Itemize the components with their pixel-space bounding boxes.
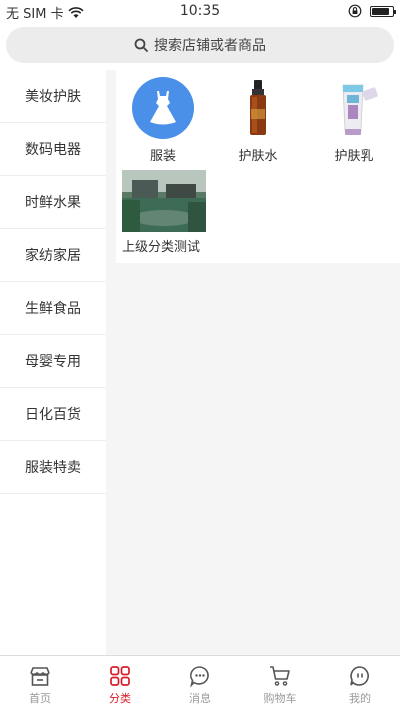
sidebar-item-fruit[interactable]: 时鲜水果 xyxy=(0,176,106,229)
subcategory-label: 护肤水 xyxy=(238,149,278,164)
sidebar-item-daily-goods[interactable]: 日化百货 xyxy=(0,388,106,441)
subcategory-panel: 服装 护肤水 护肤乳 上级分类测试 xyxy=(116,70,400,263)
cart-icon xyxy=(270,666,290,686)
lotion-tube-image xyxy=(342,84,378,135)
tab-label: 消息 xyxy=(189,692,211,705)
tab-label: 购物车 xyxy=(263,692,297,705)
sidebar-item-baby[interactable]: 母婴专用 xyxy=(0,335,106,388)
sidebar-item-label: 日化百货 xyxy=(25,407,81,423)
subcategory-label: 上级分类测试 xyxy=(122,240,201,255)
dress-icon xyxy=(132,77,194,139)
tab-label: 分类 xyxy=(109,692,131,705)
sidebar-item-label: 生鲜食品 xyxy=(25,301,81,317)
garden-photo xyxy=(122,170,206,232)
category-sidebar: 美妆护肤 数码电器 时鲜水果 家纺家居 生鲜食品 母婴专用 日化百货 服装特卖 xyxy=(0,70,106,655)
chat-icon xyxy=(190,666,209,688)
search-placeholder: 搜索店铺或者商品 xyxy=(154,38,266,54)
tab-label: 首页 xyxy=(29,692,51,705)
sidebar-item-label: 时鲜水果 xyxy=(25,195,81,211)
battery-icon xyxy=(370,5,396,17)
sidebar-item-clothing-sale[interactable]: 服装特卖 xyxy=(0,441,106,494)
store-icon xyxy=(30,667,50,686)
serum-bottle-image xyxy=(250,80,266,135)
profile-icon xyxy=(350,666,369,686)
tab-cart[interactable]: 购物车 xyxy=(240,656,320,711)
subcategory-clothing[interactable]: 服装 xyxy=(132,77,194,164)
sidebar-item-label: 数码电器 xyxy=(25,142,81,158)
sidebar-item-label: 母婴专用 xyxy=(25,354,81,370)
tab-profile[interactable]: 我的 xyxy=(320,656,400,711)
subcategory-label: 护肤乳 xyxy=(334,149,374,164)
bottom-tab-bar: 首页 分类 消息 购物车 我的 xyxy=(0,655,400,711)
sidebar-item-label: 家纺家居 xyxy=(25,248,81,264)
status-bar: 无 SIM 卡 10:35 xyxy=(0,0,400,22)
clock: 10:35 xyxy=(179,3,221,19)
sidebar-item-label: 服装特卖 xyxy=(25,460,81,476)
sidebar-item-electronics[interactable]: 数码电器 xyxy=(0,123,106,176)
sidebar-item-fresh-food[interactable]: 生鲜食品 xyxy=(0,282,106,335)
subcategory-parent-test[interactable]: 上级分类测试 xyxy=(122,170,206,255)
tab-label: 我的 xyxy=(349,692,371,705)
tab-messages[interactable]: 消息 xyxy=(160,656,240,711)
grid-icon xyxy=(110,666,130,686)
subcategory-toner[interactable]: 护肤水 xyxy=(227,77,289,164)
tab-category[interactable]: 分类 xyxy=(80,656,160,711)
search-input[interactable]: 搜索店铺或者商品 xyxy=(6,27,394,63)
search-bar: 搜索店铺或者商品 xyxy=(0,22,400,70)
status-right xyxy=(348,4,396,18)
sidebar-item-beauty[interactable]: 美妆护肤 xyxy=(0,70,106,123)
subcategory-label: 服装 xyxy=(149,149,176,164)
search-icon xyxy=(134,38,148,52)
tab-home[interactable]: 首页 xyxy=(0,656,80,711)
subcategory-lotion[interactable]: 护肤乳 xyxy=(323,77,385,164)
rotation-lock-icon xyxy=(348,4,362,18)
sidebar-item-label: 美妆护肤 xyxy=(25,89,81,105)
sidebar-item-home-textiles[interactable]: 家纺家居 xyxy=(0,229,106,282)
